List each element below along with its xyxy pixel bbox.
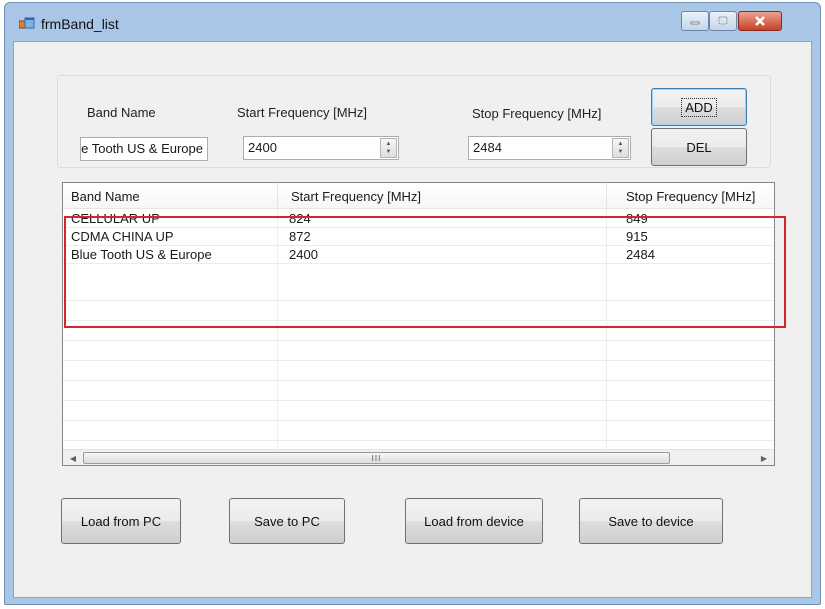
table-row[interactable]: CELLULAR UP 824 849 xyxy=(63,210,774,228)
horizontal-scrollbar[interactable]: ◀ III ▶ xyxy=(63,449,774,465)
minimize-icon xyxy=(690,21,700,25)
empty-row xyxy=(63,383,774,401)
save-to-pc-button[interactable]: Save to PC xyxy=(229,498,345,544)
maximize-icon xyxy=(718,16,728,25)
del-button[interactable]: DEL xyxy=(651,128,747,166)
add-button[interactable]: ADD xyxy=(651,88,747,126)
empty-row xyxy=(63,343,774,361)
band-name-label: Band Name xyxy=(87,105,156,120)
cell-start-frequency: 2400 xyxy=(289,247,318,262)
add-button-label: ADD xyxy=(681,97,717,117)
close-icon xyxy=(755,16,765,26)
scroll-right-icon[interactable]: ▶ xyxy=(756,450,772,465)
cell-stop-frequency: 915 xyxy=(626,229,648,244)
load-from-pc-label: Load from PC xyxy=(80,513,162,529)
band-list-grid[interactable]: Band Name Start Frequency [MHz] Stop Fre… xyxy=(62,182,775,466)
scroll-grip-icon: III xyxy=(371,453,382,463)
scroll-left-icon[interactable]: ◀ xyxy=(65,450,81,465)
spin-down-icon[interactable]: ▼ xyxy=(618,148,624,156)
title-bar[interactable]: frmBand_list xyxy=(5,3,820,41)
empty-row xyxy=(63,403,774,421)
close-button[interactable] xyxy=(738,11,782,31)
empty-row xyxy=(63,423,774,441)
grid-header: Band Name Start Frequency [MHz] Stop Fre… xyxy=(63,183,774,209)
stop-frequency-value: 2484 xyxy=(473,140,502,155)
load-from-device-button[interactable]: Load from device xyxy=(405,498,543,544)
cell-band-name: Blue Tooth US & Europe xyxy=(71,247,212,262)
spin-down-icon[interactable]: ▼ xyxy=(386,148,392,156)
column-header-start-frequency[interactable]: Start Frequency [MHz] xyxy=(283,183,429,209)
save-to-device-label: Save to device xyxy=(608,513,694,529)
cell-start-frequency: 824 xyxy=(289,211,311,226)
table-row[interactable]: CDMA CHINA UP 872 915 xyxy=(63,228,774,246)
spin-up-icon[interactable]: ▲ xyxy=(386,140,392,148)
maximize-button[interactable] xyxy=(709,11,737,31)
column-header-band-name[interactable]: Band Name xyxy=(63,183,148,209)
start-frequency-label: Start Frequency [MHz] xyxy=(237,105,368,120)
save-to-device-button[interactable]: Save to device xyxy=(579,498,723,544)
app-form-icon xyxy=(19,17,35,29)
scroll-thumb[interactable]: III xyxy=(83,452,670,464)
column-header-stop-frequency[interactable]: Stop Frequency [MHz] xyxy=(618,183,763,209)
del-button-label: DEL xyxy=(686,139,712,155)
save-to-pc-label: Save to PC xyxy=(254,513,320,529)
cell-stop-frequency: 2484 xyxy=(626,247,655,262)
load-from-pc-button[interactable]: Load from PC xyxy=(61,498,181,544)
window-frame: frmBand_list Band Name Start Frequency [… xyxy=(4,2,821,605)
stop-frequency-spin-buttons[interactable]: ▲ ▼ xyxy=(612,138,629,158)
cell-start-frequency: 872 xyxy=(289,229,311,244)
stop-frequency-label: Stop Frequency [MHz] xyxy=(472,106,602,121)
spin-up-icon[interactable]: ▲ xyxy=(618,140,624,148)
start-frequency-stepper[interactable]: 2400 ▲ ▼ xyxy=(243,136,399,160)
table-row[interactable]: Blue Tooth US & Europe 2400 2484 xyxy=(63,246,774,264)
empty-row xyxy=(63,363,774,381)
empty-row xyxy=(63,303,774,321)
start-frequency-spin-buttons[interactable]: ▲ ▼ xyxy=(380,138,397,158)
cell-stop-frequency: 849 xyxy=(626,211,648,226)
cell-band-name: CDMA CHINA UP xyxy=(71,229,174,244)
cell-band-name: CELLULAR UP xyxy=(71,211,160,226)
minimize-button[interactable] xyxy=(681,11,709,31)
start-frequency-value: 2400 xyxy=(248,140,277,155)
load-from-device-label: Load from device xyxy=(424,513,524,529)
window-title: frmBand_list xyxy=(41,16,119,32)
stop-frequency-stepper[interactable]: 2484 ▲ ▼ xyxy=(468,136,631,160)
empty-row xyxy=(63,323,774,341)
client-area: Band Name Start Frequency [MHz] Stop Fre… xyxy=(13,41,812,598)
empty-row xyxy=(63,283,774,301)
band-name-input[interactable]: Blue Tooth US & Europe xyxy=(80,137,208,161)
